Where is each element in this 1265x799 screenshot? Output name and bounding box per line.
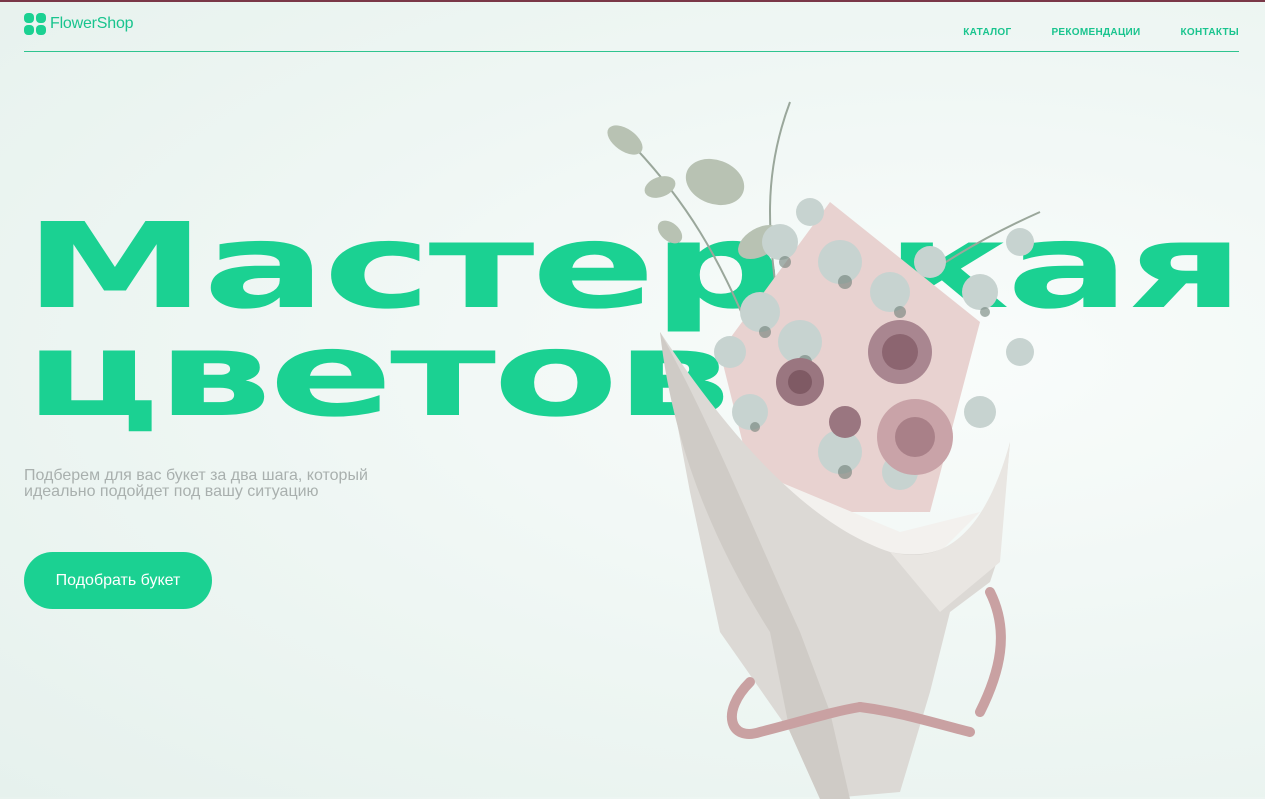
logo[interactable]: FlowerShop bbox=[24, 13, 134, 35]
clover-logo-icon bbox=[24, 13, 46, 35]
bouquet-image bbox=[607, 101, 1041, 799]
pick-bouquet-button[interactable]: Подобрать букет bbox=[24, 552, 212, 609]
brand-name: FlowerShop bbox=[50, 15, 134, 32]
hero-subtitle: Подберем для вас букет за два шага, кото… bbox=[24, 467, 368, 500]
nav-link-contacts[interactable]: КОНТАКТЫ bbox=[1181, 27, 1239, 38]
site-header: FlowerShop КАТАЛОГ РЕКОМЕНДАЦИИ КОНТАКТЫ bbox=[24, 2, 1239, 52]
nav-link-catalog[interactable]: КАТАЛОГ bbox=[963, 27, 1011, 38]
main-nav: КАТАЛОГ РЕКОМЕНДАЦИИ КОНТАКТЫ bbox=[963, 27, 1239, 38]
nav-link-recommendations[interactable]: РЕКОМЕНДАЦИИ bbox=[1051, 27, 1140, 38]
